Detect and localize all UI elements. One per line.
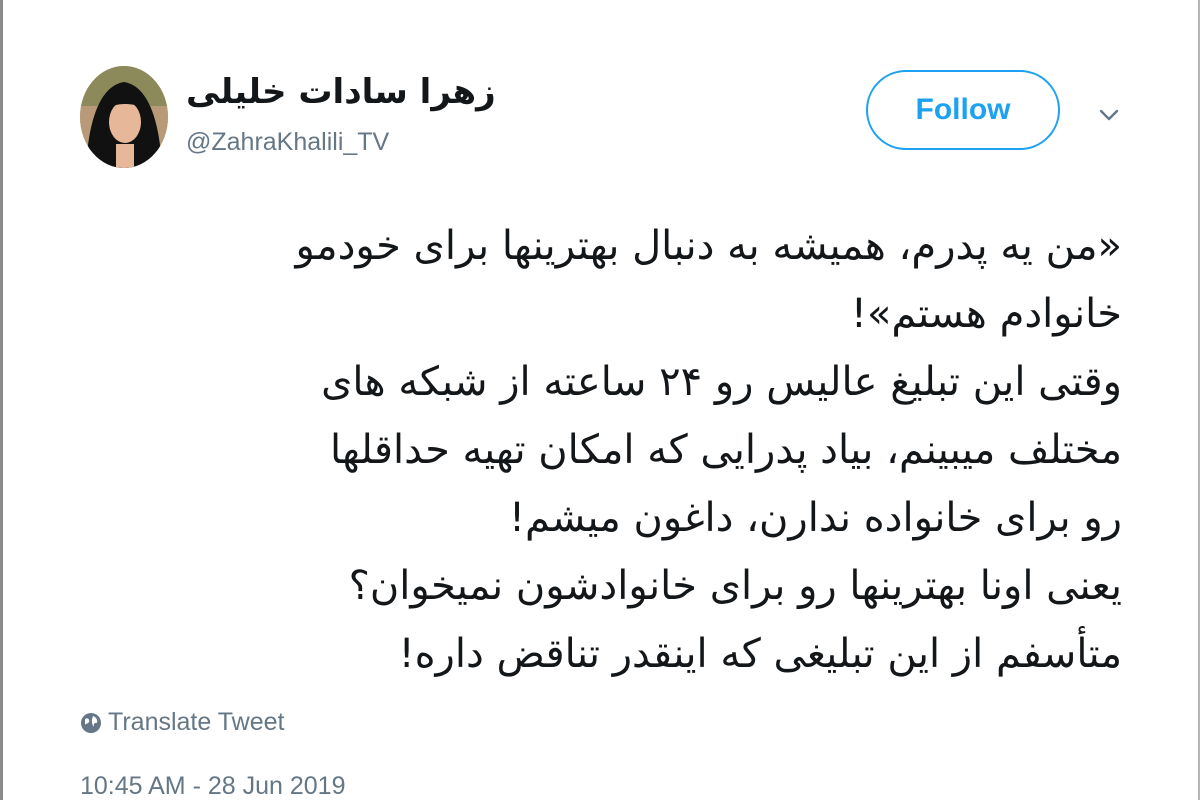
tweet-line: رو برای خانواده ندارن، داغون میشم!: [509, 495, 1122, 541]
tweet-line: خانوادم هستم»!: [850, 291, 1122, 337]
window-border-left: [0, 0, 3, 800]
tweet-line: مختلف میبینم، بیاد پدرایی که امکان تهیه …: [329, 427, 1122, 473]
chevron-down-icon: [1099, 109, 1119, 121]
tweet-line: یعنی اونا بهترینها رو برای خانوادشون نمی…: [348, 563, 1122, 609]
profile-photo-icon: [80, 66, 168, 168]
follow-button[interactable]: Follow: [866, 70, 1060, 150]
author-handle[interactable]: @ZahraKhalili_TV: [186, 128, 389, 157]
translate-tweet-link[interactable]: Translate Tweet: [80, 708, 284, 737]
translate-label: Translate Tweet: [108, 708, 285, 736]
avatar[interactable]: [80, 66, 168, 168]
tweet-line: وقتی این تبلیغ عالیس رو ۲۴ ساعته از شبکه…: [321, 359, 1122, 405]
author-display-name[interactable]: زهرا سادات خلیلی: [186, 72, 496, 112]
globe-icon: [81, 712, 101, 733]
more-options-button[interactable]: [1096, 102, 1122, 128]
tweet-timestamp[interactable]: 10:45 AM - 28 Jun 2019: [80, 772, 345, 801]
tweet-line: متأسفم از این تبلیغی که اینقدر تناقض دار…: [398, 631, 1122, 677]
tweet-text: «من یه پدرم، همیشه به دنبال بهترینها برا…: [82, 212, 1122, 688]
tweet-line: «من یه پدرم، همیشه به دنبال بهترینها برا…: [295, 223, 1122, 269]
